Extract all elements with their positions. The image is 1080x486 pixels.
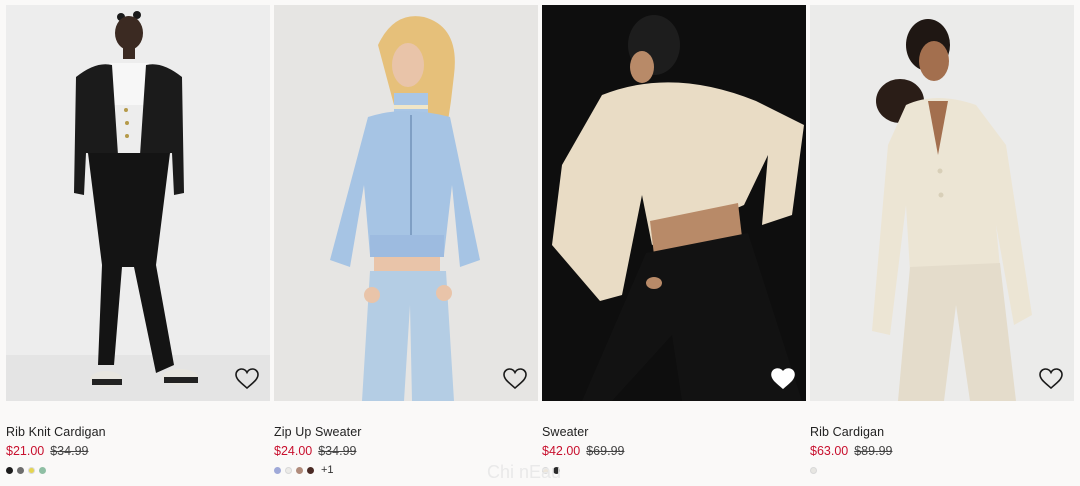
- original-price: $34.99: [50, 444, 89, 458]
- heart-icon: [235, 368, 259, 390]
- heart-icon: [1039, 368, 1063, 390]
- product-title[interactable]: Zip Up Sweater: [274, 425, 362, 439]
- color-swatch[interactable]: [810, 466, 817, 474]
- color-swatch[interactable]: [6, 466, 13, 474]
- price-row: $24.00 $34.99: [274, 444, 356, 458]
- product-card[interactable]: Rib Knit Cardigan $21.00 $34.99: [6, 5, 270, 486]
- favorite-button[interactable]: [770, 367, 796, 391]
- sale-price: $42.00: [542, 444, 581, 458]
- color-swatch[interactable]: [296, 466, 303, 474]
- color-swatches: +1: [274, 464, 334, 476]
- product-card[interactable]: Rib Cardigan $63.00 $89.99: [810, 5, 1074, 486]
- sale-price: $63.00: [810, 444, 849, 458]
- product-image[interactable]: [274, 5, 538, 401]
- sale-price: $24.00: [274, 444, 313, 458]
- product-image[interactable]: [6, 5, 270, 401]
- color-swatches: [810, 465, 817, 475]
- color-swatches: [6, 465, 46, 475]
- color-swatch[interactable]: [307, 466, 314, 474]
- original-price: $89.99: [854, 444, 893, 458]
- more-colors-link[interactable]: +1: [321, 464, 334, 476]
- product-image[interactable]: [810, 5, 1074, 401]
- product-title[interactable]: Sweater: [542, 425, 589, 439]
- color-swatch[interactable]: [39, 466, 46, 474]
- product-card[interactable]: Zip Up Sweater $24.00 $34.99 +1: [274, 5, 538, 486]
- color-swatch[interactable]: [285, 466, 292, 474]
- price-row: $42.00 $69.99: [542, 444, 624, 458]
- heart-icon: [771, 368, 795, 390]
- heart-icon: [503, 368, 527, 390]
- price-row: $21.00 $34.99: [6, 444, 88, 458]
- price-row: $63.00 $89.99: [810, 444, 892, 458]
- color-swatch[interactable]: [28, 466, 35, 474]
- favorite-button[interactable]: [1038, 367, 1064, 391]
- color-swatch[interactable]: [17, 466, 24, 474]
- product-title[interactable]: Rib Cardigan: [810, 425, 884, 439]
- favorite-button[interactable]: [502, 367, 528, 391]
- product-title[interactable]: Rib Knit Cardigan: [6, 425, 106, 439]
- color-swatch[interactable]: [274, 466, 281, 474]
- original-price: $34.99: [318, 444, 357, 458]
- product-image[interactable]: [542, 5, 806, 401]
- product-grid: Rib Knit Cardigan $21.00 $34.99 Zip Up S…: [6, 5, 1074, 486]
- product-card[interactable]: Sweater $42.00 $69.99: [542, 5, 806, 486]
- favorite-button[interactable]: [234, 367, 260, 391]
- sale-price: $21.00: [6, 444, 45, 458]
- watermark: Chi nEau: [487, 462, 562, 482]
- original-price: $69.99: [586, 444, 625, 458]
